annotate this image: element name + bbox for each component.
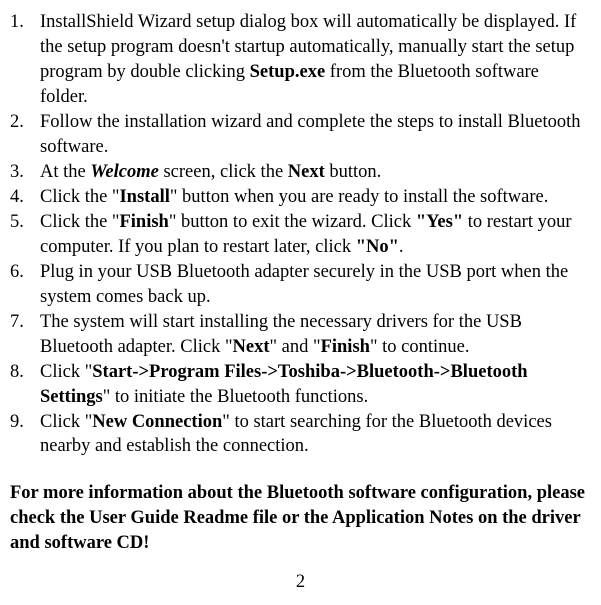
step-text: The system will start installing the nec… xyxy=(40,310,591,360)
list-item: 3. At the Welcome screen, click the Next… xyxy=(10,160,591,185)
step-number: 1. xyxy=(10,10,40,110)
list-item: 8. Click "Start->Program Files->Toshiba-… xyxy=(10,360,591,410)
step-number: 7. xyxy=(10,310,40,360)
step-text: Click "Start->Program Files->Toshiba->Bl… xyxy=(40,360,591,410)
list-item: 2. Follow the installation wizard and co… xyxy=(10,110,591,160)
step-text: At the Welcome screen, click the Next bu… xyxy=(40,160,591,185)
step-number: 2. xyxy=(10,110,40,160)
list-item: 1. InstallShield Wizard setup dialog box… xyxy=(10,10,591,110)
step-number: 6. xyxy=(10,260,40,310)
step-number: 8. xyxy=(10,360,40,410)
step-number: 4. xyxy=(10,185,40,210)
step-text: Click the "Install" button when you are … xyxy=(40,185,591,210)
list-item: 6. Plug in your USB Bluetooth adapter se… xyxy=(10,260,591,310)
instruction-list: 1. InstallShield Wizard setup dialog box… xyxy=(10,10,591,459)
step-number: 3. xyxy=(10,160,40,185)
step-text: InstallShield Wizard setup dialog box wi… xyxy=(40,10,591,110)
step-number: 5. xyxy=(10,210,40,260)
step-text: Click "New Connection" to start searchin… xyxy=(40,410,591,460)
step-text: Follow the installation wizard and compl… xyxy=(40,110,591,160)
page-number: 2 xyxy=(10,570,591,595)
step-text: Click the "Finish" button to exit the wi… xyxy=(40,210,591,260)
list-item: 4. Click the "Install" button when you a… xyxy=(10,185,591,210)
footer-info: For more information about the Bluetooth… xyxy=(10,481,591,556)
list-item: 9. Click "New Connection" to start searc… xyxy=(10,410,591,460)
step-number: 9. xyxy=(10,410,40,460)
step-text: Plug in your USB Bluetooth adapter secur… xyxy=(40,260,591,310)
list-item: 5. Click the "Finish" button to exit the… xyxy=(10,210,591,260)
list-item: 7. The system will start installing the … xyxy=(10,310,591,360)
